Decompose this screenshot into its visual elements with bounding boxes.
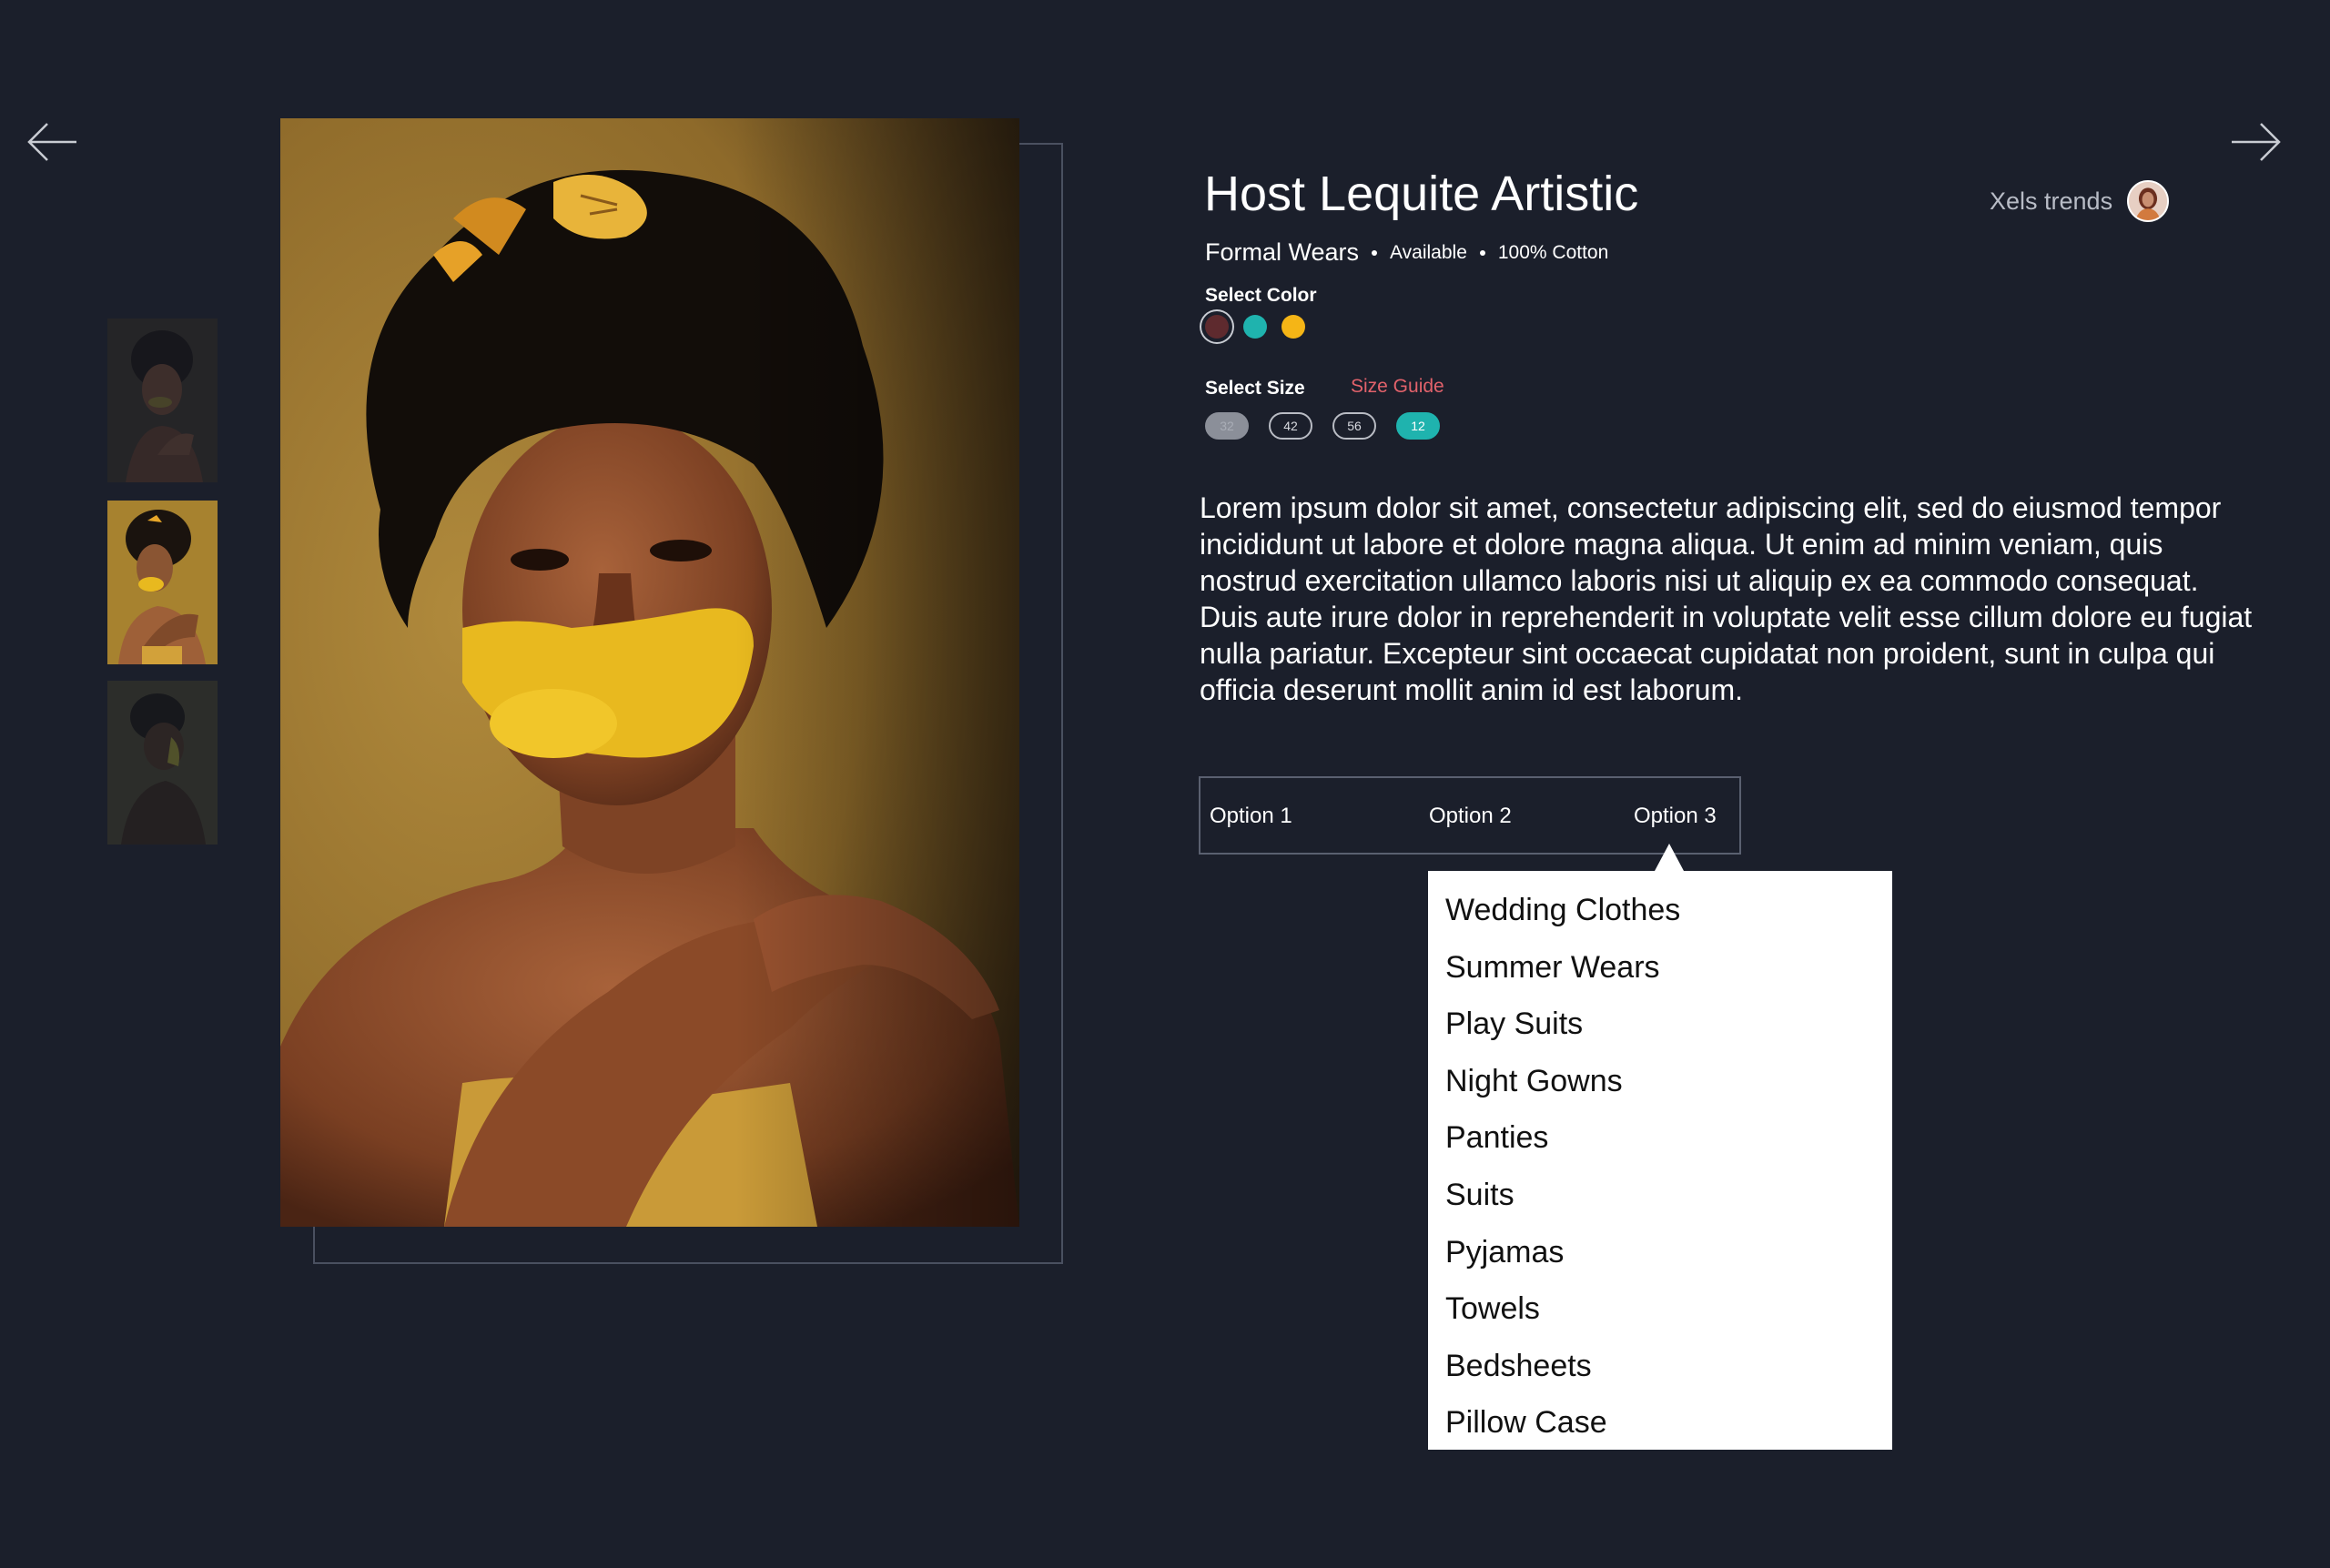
avatar[interactable] [2127,180,2170,222]
size-option-42[interactable]: 42 [1269,412,1312,440]
menu-item-wedding-clothes[interactable]: Wedding Clothes [1428,882,1892,939]
size-options: 32 42 56 12 [1205,412,1440,440]
size-option-56[interactable]: 56 [1332,412,1376,440]
menu-item-play-suits[interactable]: Play Suits [1428,996,1892,1053]
menu-item-panties[interactable]: Panties [1428,1109,1892,1167]
product-description: Lorem ipsum dolor sit amet, consectetur … [1200,491,2253,706]
menu-item-night-gowns[interactable]: Night Gowns [1428,1053,1892,1110]
size-option-12[interactable]: 12 [1396,412,1440,440]
select-size-label: Select Size [1205,378,1305,399]
tab-option-1[interactable]: Option 1 [1210,804,1292,829]
menu-item-pyjamas[interactable]: Pyjamas [1428,1224,1892,1281]
menu-item-pillow-case[interactable]: Pillow Case [1428,1394,1892,1452]
color-swatch-1[interactable] [1205,315,1229,339]
product-photo [280,118,1019,1227]
thumbnail-3[interactable] [107,681,218,845]
select-color-label: Select Color [1205,285,1317,306]
brand[interactable]: Xels trends [1990,180,2170,222]
availability-status: Available [1390,241,1467,263]
material: 100% Cotton [1497,241,1609,263]
product-category: Formal Wears [1205,238,1360,266]
separator-dot [1372,249,1378,256]
thumbnail-2[interactable] [107,501,218,664]
menu-item-suits[interactable]: Suits [1428,1167,1892,1224]
tab-option-3[interactable]: Option 3 [1634,804,1717,829]
product-title: Host Lequite Artistic [1204,167,1639,221]
color-swatch-3[interactable] [1282,315,1305,339]
dropdown-caret [1655,844,1684,871]
brand-name: Xels trends [1990,187,2113,215]
size-option-32[interactable]: 32 [1205,412,1249,440]
menu-item-towels[interactable]: Towels [1428,1280,1892,1338]
color-swatch-2[interactable] [1243,315,1267,339]
arrow-right-icon[interactable] [2223,109,2288,175]
dropdown-menu: Wedding Clothes Summer Wears Play Suits … [1428,871,1892,1450]
separator-dot [1479,249,1485,256]
thumbnail-1[interactable] [107,319,218,482]
menu-item-bedsheets[interactable]: Bedsheets [1428,1338,1892,1395]
size-guide-link[interactable]: Size Guide [1351,376,1444,398]
product-meta: Formal Wears Available 100% Cotton [1205,238,1608,267]
color-swatches [1200,315,1305,339]
tab-option-2[interactable]: Option 2 [1429,804,1512,829]
arrow-left-icon[interactable] [20,109,86,175]
menu-item-summer-wears[interactable]: Summer Wears [1428,939,1892,996]
product-page: Host Lequite Artistic Xels trends Formal… [0,0,2330,1568]
